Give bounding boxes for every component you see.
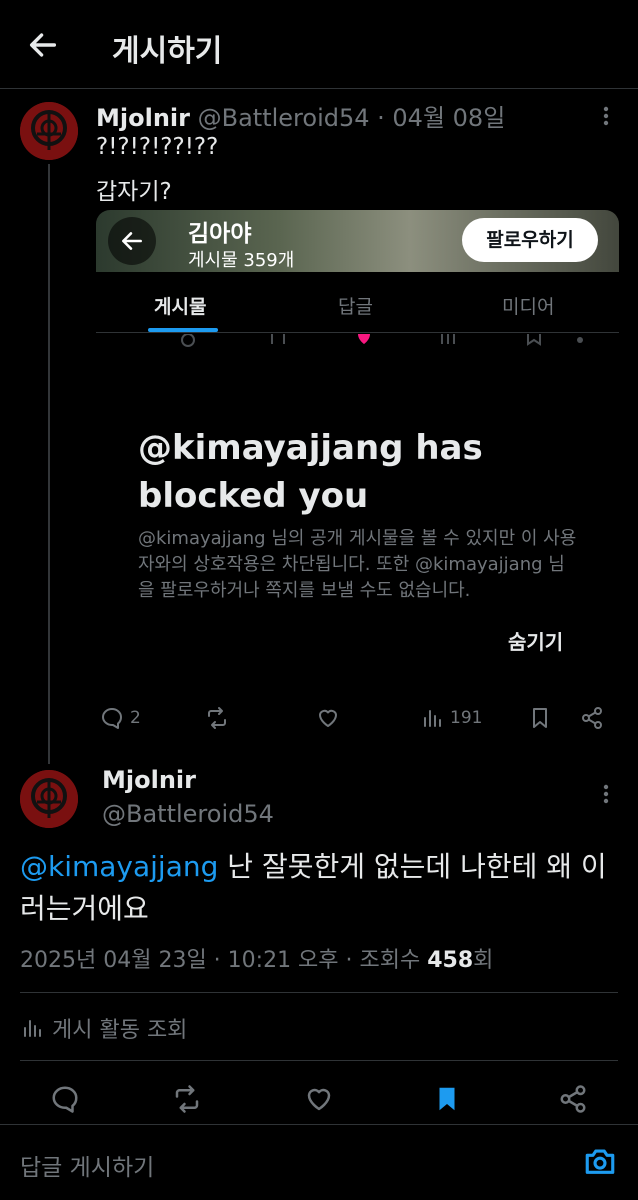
camera-icon[interactable]	[582, 1144, 618, 1178]
share-icon	[560, 1085, 586, 1113]
post-activity-label: 게시 활동 조회	[52, 1018, 188, 1043]
divider	[0, 1124, 638, 1125]
retweet-icon	[175, 1085, 199, 1113]
back-arrow-icon[interactable]	[26, 28, 60, 62]
reply-icon	[102, 708, 122, 729]
post-count: 게시물 359개	[188, 250, 295, 271]
cropped-icons	[181, 334, 583, 347]
tweet-text-line: ?!?!?!??!??	[96, 134, 219, 160]
mention-link[interactable]: @kimayajjang	[20, 850, 218, 883]
more-options-icon[interactable]	[596, 782, 616, 806]
analytics-icon	[424, 710, 441, 727]
divider	[20, 992, 618, 993]
profile-banner: 김아야 게시물 359개 팔로우하기	[96, 210, 619, 272]
tab-posts: 게시물	[154, 296, 207, 318]
view-count-suffix: 회	[473, 948, 494, 973]
author-name[interactable]: Mjolnir	[102, 766, 196, 794]
heart-icon	[319, 709, 337, 727]
retweet-action[interactable]	[205, 706, 229, 730]
tab-media: 미디어	[502, 296, 555, 318]
avatar-logo-icon	[20, 770, 78, 828]
author-handle[interactable]: @Battleroid54	[198, 104, 370, 132]
share-action[interactable]	[580, 706, 604, 730]
reply-input[interactable]: 답글 게시하기	[20, 1148, 154, 1182]
reply-count: 2	[130, 708, 141, 728]
share-action[interactable]	[558, 1084, 588, 1114]
bookmark-icon	[533, 708, 547, 728]
bookmark-action[interactable]	[528, 706, 552, 730]
header-divider	[0, 88, 638, 89]
divider	[20, 1060, 618, 1061]
more-options-icon[interactable]	[596, 104, 616, 128]
reply-icon	[52, 1086, 78, 1113]
blocked-description: @kimayajjang 님의 공개 게시물을 볼 수 있지만 이 사용자와의 …	[138, 528, 577, 601]
view-count: 458	[427, 948, 474, 973]
cropped-action-row	[96, 334, 619, 352]
avatar[interactable]	[20, 770, 78, 828]
bookmark-action[interactable]	[432, 1084, 462, 1114]
retweet-icon	[208, 707, 226, 729]
avatar-logo-icon	[20, 102, 78, 160]
reply-action[interactable]	[50, 1084, 80, 1114]
tab-replies: 답글	[338, 296, 373, 318]
analytics-icon	[24, 1020, 41, 1037]
back-button	[108, 217, 156, 265]
views-action[interactable]: 191	[420, 706, 482, 730]
page-title: 게시하기	[112, 34, 223, 69]
tweet-body: @kimayajjang 난 잘못한게 없는데 나한테 왜 이러는거에요	[20, 846, 620, 930]
top-bar: 게시하기	[0, 0, 638, 88]
avatar[interactable]	[20, 102, 78, 160]
views-count: 191	[450, 708, 483, 728]
tweet-text-line: 갑자기?	[96, 179, 172, 205]
timestamp: 2025년 04월 23일 · 10:21 오후 · 조회수	[20, 948, 428, 973]
retweet-action[interactable]	[172, 1084, 202, 1114]
reply-action[interactable]: 2	[100, 706, 141, 730]
follow-button: 팔로우하기	[462, 218, 598, 262]
like-action[interactable]	[316, 706, 340, 730]
like-action[interactable]	[304, 1084, 334, 1114]
author-handle[interactable]: @Battleroid54	[102, 800, 274, 828]
share-icon	[582, 707, 602, 729]
tweet-date: · 04월 08일	[377, 104, 506, 132]
hide-button[interactable]: 숨기기	[508, 626, 563, 655]
post-activity-link[interactable]: 게시 활동 조회	[20, 1012, 187, 1044]
thread-line	[48, 164, 50, 764]
bookmark-filled-icon	[439, 1087, 455, 1111]
quoted-author: Mjolnir @Battleroid54 · 04월 08일	[96, 98, 505, 133]
embedded-screenshot[interactable]: 김아야 게시물 359개 팔로우하기 게시물 답글 미디어	[96, 210, 619, 370]
heart-icon	[307, 1088, 331, 1111]
author-name[interactable]: Mjolnir	[96, 104, 190, 132]
tab-divider	[96, 332, 619, 333]
blocked-title: @kimayajjang has blocked you	[138, 428, 483, 516]
tweet-meta: 2025년 04월 23일 · 10:21 오후 · 조회수 458회	[20, 942, 493, 974]
back-arrow-icon	[122, 232, 142, 250]
profile-name: 김아야	[188, 221, 252, 247]
